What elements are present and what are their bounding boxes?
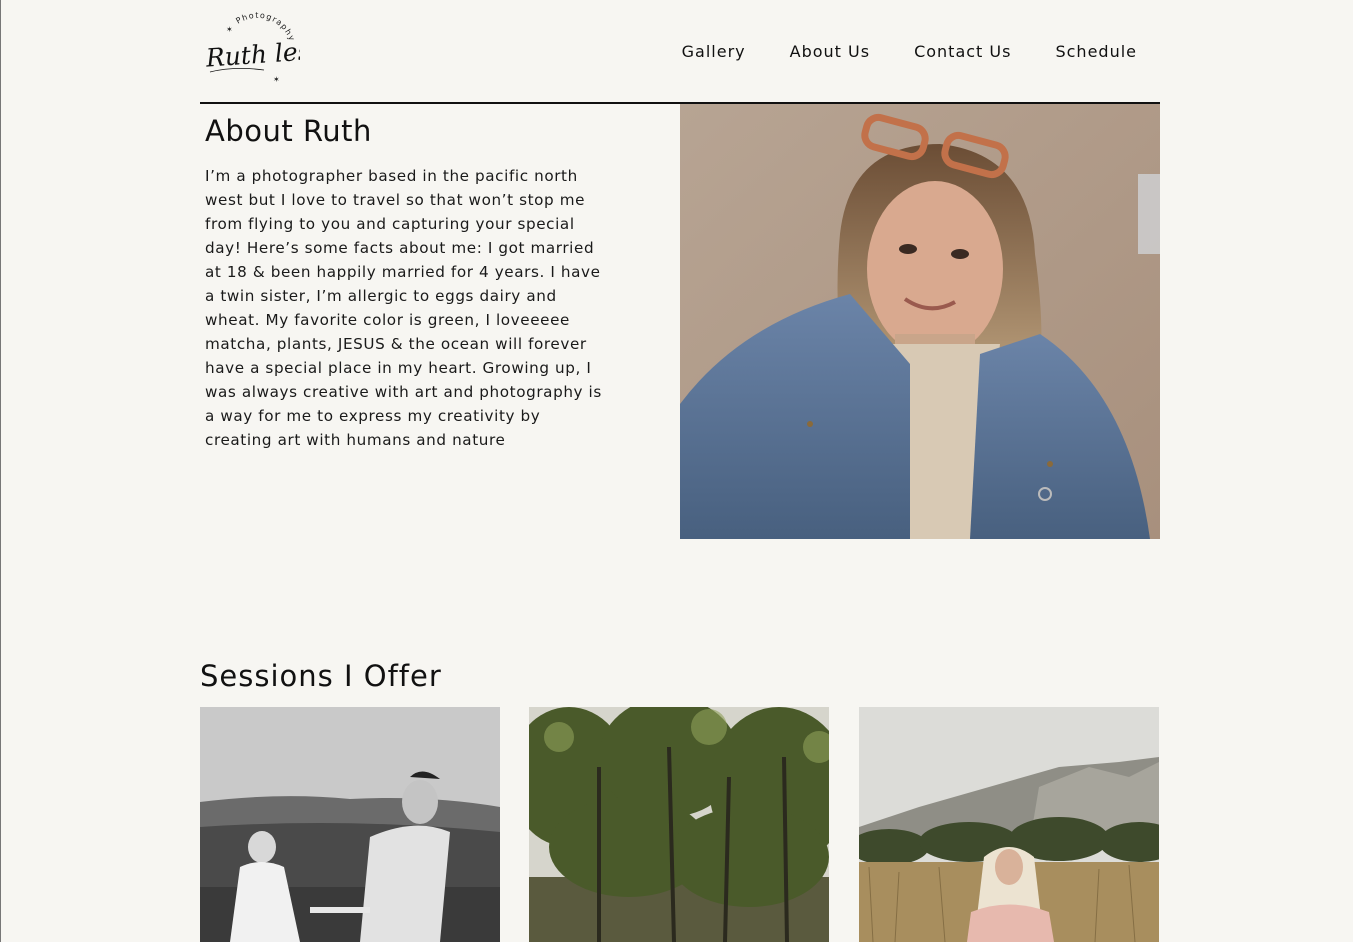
- session-card-portrait[interactable]: [859, 707, 1159, 942]
- nav-gallery-link[interactable]: Gallery: [682, 42, 746, 61]
- session-card-wedding[interactable]: [200, 707, 500, 942]
- portrait-photo: [680, 104, 1160, 539]
- about-title: About Ruth: [205, 114, 372, 148]
- nav-contact-us-link[interactable]: Contact Us: [914, 42, 1011, 61]
- session-photo-forest: [529, 707, 829, 942]
- page: Photography ✶ ✶ Ruth les Gallery About U…: [0, 0, 1353, 942]
- brand-logo[interactable]: Photography ✶ ✶ Ruth les: [204, 11, 311, 86]
- session-photo-portrait: [859, 707, 1159, 942]
- sessions-title: Sessions I Offer: [200, 659, 442, 693]
- about-body: I’m a photographer based in the pacific …: [205, 167, 602, 449]
- svg-text:✶: ✶: [226, 25, 233, 34]
- svg-text:✶: ✶: [273, 75, 280, 84]
- nav-about-us-link[interactable]: About Us: [790, 42, 870, 61]
- about-section: About Ruth I’m a photographer based in t…: [200, 104, 1160, 539]
- main-nav: Gallery About Us Contact Us Schedule: [682, 42, 1137, 61]
- portrait-image: [680, 104, 1160, 539]
- about-text-block: About Ruth I’m a photographer based in t…: [205, 114, 605, 452]
- session-photo-wedding: [200, 707, 500, 942]
- main-container: Photography ✶ ✶ Ruth les Gallery About U…: [200, 0, 1160, 942]
- nav-schedule-link[interactable]: Schedule: [1055, 42, 1137, 61]
- site-header: Photography ✶ ✶ Ruth les Gallery About U…: [200, 0, 1160, 104]
- session-card-forest[interactable]: [529, 707, 829, 942]
- brand-logo-mark: Photography ✶ ✶ Ruth les: [204, 11, 311, 84]
- svg-text:Ruth les: Ruth les: [204, 36, 300, 72]
